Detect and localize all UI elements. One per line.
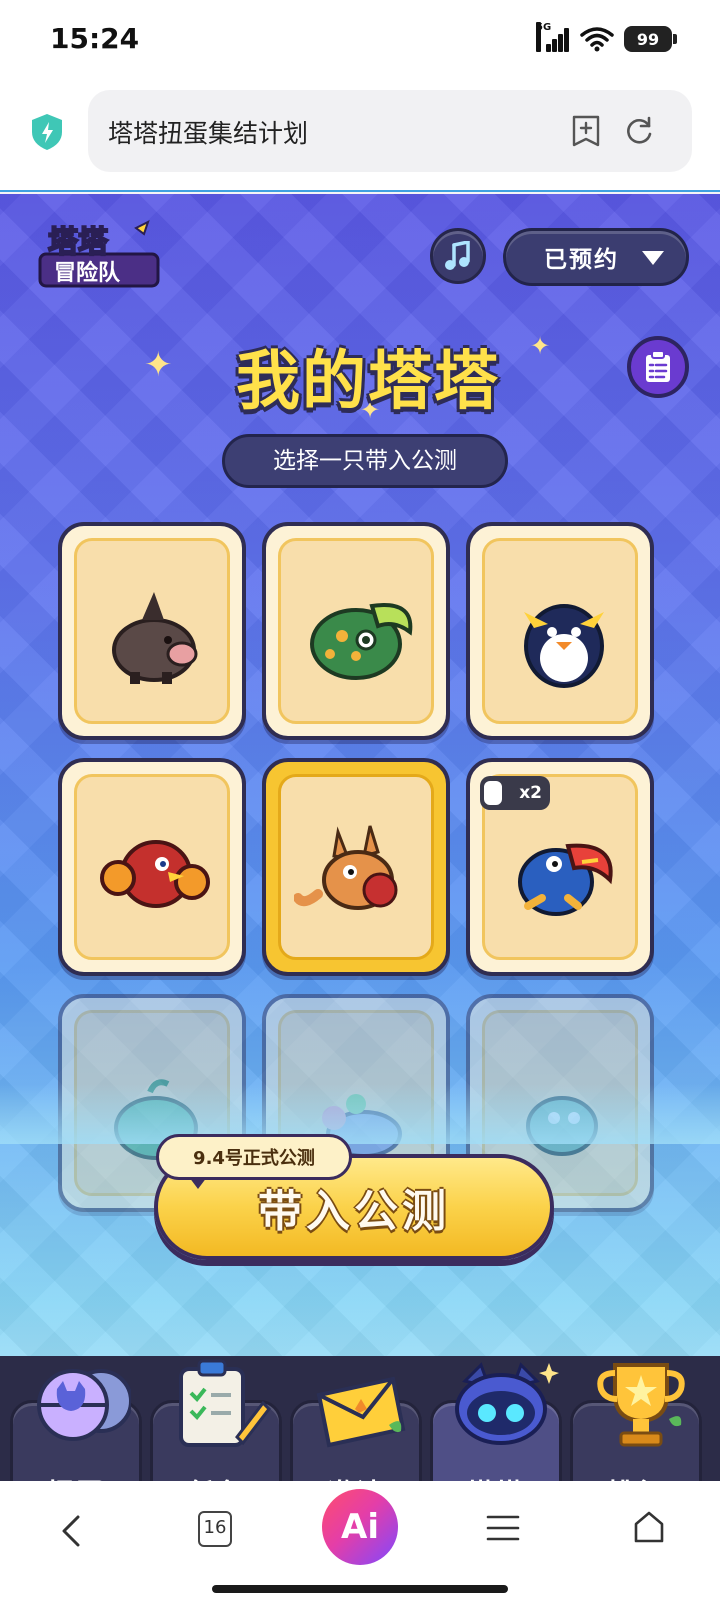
boar-icon xyxy=(112,592,198,684)
cat-robot-icon xyxy=(455,1362,559,1445)
launch-date-tag: 9.4号正式公测 xyxy=(156,1134,352,1189)
back-icon[interactable] xyxy=(54,1511,90,1551)
creature-card-red-bird[interactable] xyxy=(58,758,246,976)
add-bookmark-icon[interactable] xyxy=(570,114,602,148)
nav-invite[interactable]: 邀请 xyxy=(290,1376,422,1481)
browser-address-bar: 塔塔扭蛋集结计划 xyxy=(0,84,720,192)
battery-indicator: 99 xyxy=(624,26,677,52)
game-logo: 塔塔 冒险队 xyxy=(38,220,160,288)
browser-toolbar: 16 Ai xyxy=(0,1481,720,1602)
nav-label: 塔塔 xyxy=(433,1472,559,1481)
url-title: 塔塔扭蛋集结计划 xyxy=(108,119,309,148)
status-icons: 5G 99 xyxy=(536,22,677,52)
toucan-icon xyxy=(518,843,613,916)
status-bar: 15:24 5G 99 xyxy=(0,0,720,84)
reload-icon[interactable] xyxy=(622,114,656,148)
red-bird-icon xyxy=(100,840,210,908)
creature-card-boar[interactable] xyxy=(58,522,246,740)
reserved-dropdown[interactable]: 已预约 xyxy=(503,228,689,286)
nav-capsule[interactable]: 扭蛋 xyxy=(10,1369,142,1481)
logo-text-bottom: 冒险队 xyxy=(54,260,121,286)
nav-label: 任务 xyxy=(153,1472,279,1481)
creature-card-kangaroo[interactable] xyxy=(262,758,450,976)
kangaroo-icon xyxy=(294,825,398,910)
frog-icon xyxy=(310,603,413,680)
capsule-icon xyxy=(37,1369,131,1441)
creature-card-toucan[interactable]: x2 xyxy=(466,758,654,976)
cellular-signal-icon: 5G xyxy=(536,22,570,52)
url-field[interactable]: 塔塔扭蛋集结计划 xyxy=(88,90,692,172)
chevron-down-icon xyxy=(642,251,664,265)
page-subtitle: 选择一只带入公测 xyxy=(222,434,508,488)
nav-tata[interactable]: 塔塔 xyxy=(430,1362,562,1481)
page-title: 我的塔塔 xyxy=(236,345,500,419)
menu-icon[interactable] xyxy=(486,1513,520,1543)
reserved-label: 已预约 xyxy=(544,247,619,273)
game-bottom-nav: 扭蛋 任务 邀请 xyxy=(0,1304,720,1481)
tabs-button[interactable]: 16 xyxy=(198,1511,232,1547)
sparkle-icon: ✦ xyxy=(144,345,173,385)
logo-text-top: 塔塔 xyxy=(48,225,109,260)
envelope-icon xyxy=(316,1376,406,1448)
ai-assistant-button[interactable]: Ai xyxy=(322,1489,398,1565)
clipboard-icon xyxy=(179,1359,271,1447)
penguin-icon xyxy=(524,604,604,688)
badge-count: x2 xyxy=(519,783,542,803)
creature-card-frog[interactable] xyxy=(262,522,450,740)
home-icon[interactable] xyxy=(632,1509,666,1545)
nav-label: 扭蛋 xyxy=(13,1472,139,1481)
nav-label: 排行 xyxy=(573,1472,699,1481)
creature-card-penguin[interactable] xyxy=(466,522,654,740)
shield-icon[interactable] xyxy=(30,112,64,152)
scroll-fade xyxy=(0,1084,720,1144)
network-type-label: 5G xyxy=(536,22,551,52)
music-note-icon xyxy=(445,241,470,270)
nav-label: 邀请 xyxy=(293,1472,419,1481)
cta-label: 带入公测 xyxy=(258,1186,450,1237)
music-toggle-button[interactable] xyxy=(430,228,486,284)
home-indicator xyxy=(212,1585,508,1593)
status-time: 15:24 xyxy=(50,22,140,55)
trophy-icon xyxy=(597,1363,685,1447)
wifi-icon xyxy=(580,27,614,52)
game-viewport: 塔塔 冒险队 已预约 ✦ ✦ ✦ 我的塔塔 选择一只带入公测 x2 带入公测 9… xyxy=(0,194,720,1481)
checklist-icon xyxy=(646,350,670,382)
task-list-button[interactable] xyxy=(627,336,689,398)
nav-tasks[interactable]: 任务 xyxy=(150,1359,282,1481)
nav-ranking[interactable]: 排行 xyxy=(570,1363,702,1481)
